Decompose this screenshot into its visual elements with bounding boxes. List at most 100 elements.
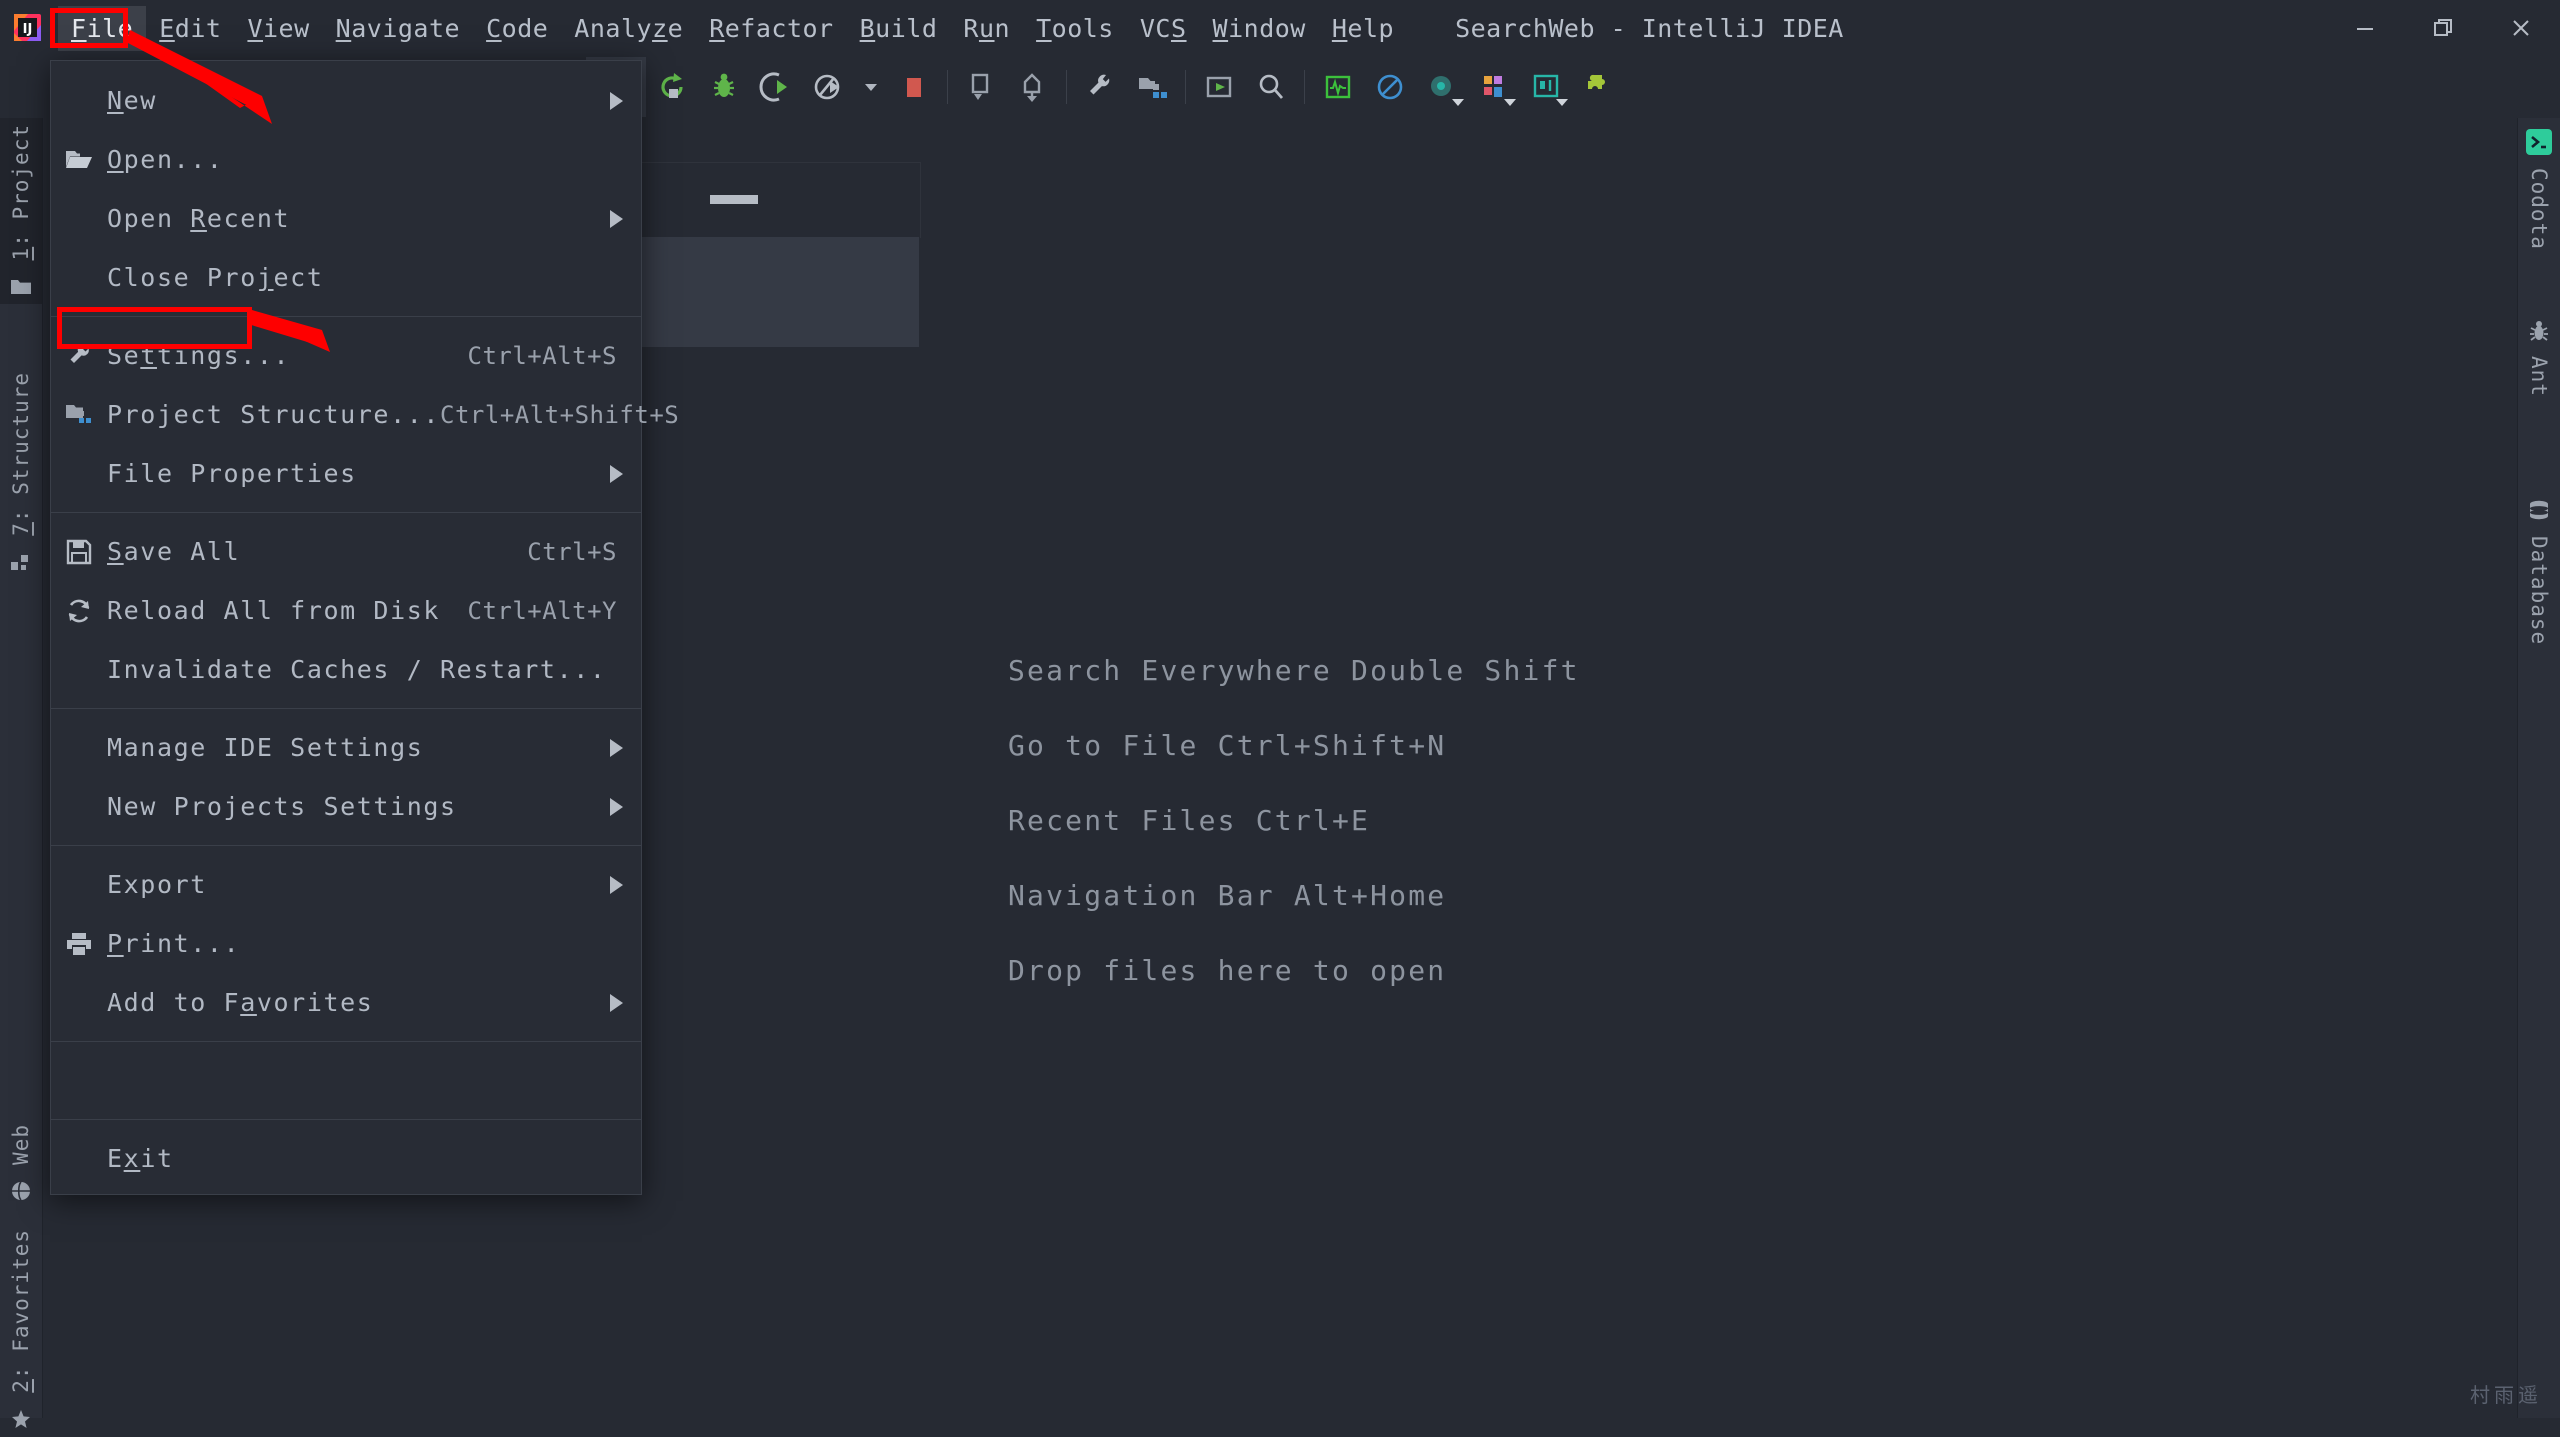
menu-separator	[51, 316, 641, 317]
run-button[interactable]	[646, 56, 698, 118]
close-icon[interactable]	[2482, 0, 2560, 56]
vcs-commit-icon[interactable]	[1007, 56, 1059, 118]
sidebar-item-favorites-label: 2: Favorites	[9, 1223, 33, 1399]
sidebar-item-structure[interactable]: 7: Structure	[0, 366, 42, 580]
menu-navigate[interactable]: Navigate	[323, 6, 473, 51]
menu-item-print[interactable]: Print...	[51, 914, 641, 973]
menu-item-power-save-mode[interactable]	[51, 1051, 641, 1110]
project-structure-icon[interactable]	[1126, 56, 1178, 118]
menu-item-open-recent[interactable]: Open Recent	[51, 189, 641, 248]
menu-item-export[interactable]: Export	[51, 855, 641, 914]
menu-file[interactable]: File	[58, 6, 146, 51]
menu-item-save-all[interactable]: Save All Ctrl+S	[51, 522, 641, 581]
run-coverage-icon[interactable]	[750, 56, 802, 118]
menu-separator	[51, 845, 641, 846]
menu-item-file-properties[interactable]: File Properties	[51, 444, 641, 503]
menu-separator	[51, 512, 641, 513]
wrench-icon[interactable]	[1074, 56, 1126, 118]
menu-item-add-to-favorites[interactable]: Add to Favorites	[51, 973, 641, 1032]
menu-item-close-project-label: Close Project	[107, 263, 324, 292]
maven-icon[interactable]	[1520, 56, 1572, 118]
menu-item-close-project[interactable]: Close Project	[51, 248, 641, 307]
vcs-update-icon[interactable]	[955, 56, 1007, 118]
project-structure-icon	[51, 402, 107, 428]
menu-item-settings-label: Settings...	[107, 341, 290, 370]
svg-text:IJ: IJ	[23, 22, 33, 37]
sidebar-item-web[interactable]: Web	[0, 1118, 42, 1209]
menu-analyze[interactable]: Analyze	[561, 6, 696, 51]
submenu-arrow-icon	[610, 798, 623, 816]
menu-build[interactable]: Build	[847, 6, 951, 51]
profiler-dropdown-caret[interactable]	[854, 56, 888, 118]
sidebar-item-project[interactable]: 1: Project	[0, 118, 42, 304]
menu-refactor[interactable]: Refactor	[696, 6, 846, 51]
toolbar-run-group[interactable]	[646, 56, 940, 118]
disable-icon[interactable]	[1364, 56, 1416, 118]
menu-window[interactable]: Window	[1200, 6, 1319, 51]
sidebar-item-favorites[interactable]: 2: Favorites	[0, 1223, 42, 1437]
codota-circle-icon[interactable]	[1416, 56, 1468, 118]
restore-window-icon[interactable]	[2404, 0, 2482, 56]
intellij-idea-logo-icon: IJ	[6, 0, 50, 56]
menu-item-add-to-favorites-label: Add to Favorites	[107, 988, 373, 1017]
left-tool-window-stripe[interactable]: 1: Project 7: Structure Web	[0, 118, 43, 1418]
minimize-icon[interactable]	[2326, 0, 2404, 56]
toolbar-plugin-group[interactable]	[1312, 56, 1624, 118]
menu-bar[interactable]: File Edit View Navigate Code Analyze Ref…	[58, 0, 1407, 56]
database-panel-icon[interactable]	[1468, 56, 1520, 118]
menu-tools[interactable]: Tools	[1023, 6, 1127, 51]
menu-item-manage-ide-settings[interactable]: Manage IDE Settings	[51, 718, 641, 777]
hint-recent-files: Recent Files Ctrl+E	[1008, 804, 2108, 837]
toolbar-settings-group[interactable]	[1074, 56, 1178, 118]
puzzle-icon[interactable]	[1572, 56, 1624, 118]
menu-item-project-structure[interactable]: Project Structure... Ctrl+Alt+Shift+S	[51, 385, 641, 444]
toolbar-separator	[947, 70, 948, 104]
right-tool-window-stripe[interactable]: Codota Ant	[2517, 118, 2560, 1418]
hint-search-everywhere: Search Everywhere Double Shift	[1008, 654, 2108, 687]
menu-item-new-projects-settings[interactable]: New Projects Settings	[51, 777, 641, 836]
sidebar-item-ant[interactable]: Ant	[2518, 308, 2560, 403]
menu-item-exit[interactable]: Exit	[51, 1129, 641, 1188]
select-opened-file-icon[interactable]	[1193, 56, 1245, 118]
debug-bug-icon[interactable]	[698, 56, 750, 118]
sidebar-item-codota[interactable]: Codota	[2518, 118, 2560, 256]
profiler-icon[interactable]	[802, 56, 854, 118]
toolbar-vcs-group[interactable]	[955, 56, 1059, 118]
title-bar: IJ File Edit View Navigate Code Analyze …	[0, 0, 2560, 56]
printer-icon	[51, 931, 107, 957]
menu-item-open-label: Open...	[107, 145, 224, 174]
menu-item-open[interactable]: Open...	[51, 130, 641, 189]
menu-item-manage-ide-settings-label: Manage IDE Settings	[107, 733, 423, 762]
menu-edit[interactable]: Edit	[146, 6, 234, 51]
ant-icon	[2526, 308, 2552, 350]
activity-monitor-icon[interactable]	[1312, 56, 1364, 118]
menu-code[interactable]: Code	[473, 6, 561, 51]
toolbar-separator	[1066, 70, 1067, 104]
menu-item-settings[interactable]: Settings... Ctrl+Alt+S	[51, 326, 641, 385]
menu-item-new-projects-settings-label: New Projects Settings	[107, 792, 457, 821]
editor-hints: Search Everywhere Double Shift Go to Fil…	[1008, 654, 2108, 1029]
menu-item-export-label: Export	[107, 870, 207, 899]
file-menu-popup[interactable]: New Open... Open Recent Close Project	[50, 60, 642, 1195]
chevron-down-icon	[1504, 99, 1516, 106]
stop-square-icon[interactable]	[888, 56, 940, 118]
search-icon[interactable]	[1245, 56, 1297, 118]
sidebar-item-database-label: Database	[2527, 530, 2551, 651]
menu-item-project-structure-shortcut: Ctrl+Alt+Shift+S	[440, 401, 685, 429]
menu-item-reload-all-from-disk[interactable]: Reload All from Disk Ctrl+Alt+Y	[51, 581, 641, 640]
menu-view[interactable]: View	[234, 6, 322, 51]
toolbar-navigation-group[interactable]	[1193, 56, 1297, 118]
menu-vcs[interactable]: VCS	[1127, 6, 1200, 51]
menu-run[interactable]: Run	[950, 6, 1023, 51]
menu-item-new[interactable]: New	[51, 71, 641, 130]
sidebar-item-database[interactable]: Database	[2518, 488, 2560, 651]
menu-help[interactable]: Help	[1319, 6, 1407, 51]
menu-item-invalidate-caches[interactable]: Invalidate Caches / Restart...	[51, 640, 641, 699]
submenu-arrow-icon	[610, 92, 623, 110]
submenu-arrow-icon	[610, 876, 623, 894]
hide-tool-window-icon[interactable]	[710, 195, 758, 204]
submenu-arrow-icon	[610, 994, 623, 1012]
database-icon	[2526, 488, 2552, 530]
window-controls[interactable]	[2326, 0, 2560, 56]
menu-item-open-recent-label: Open Recent	[107, 204, 290, 233]
